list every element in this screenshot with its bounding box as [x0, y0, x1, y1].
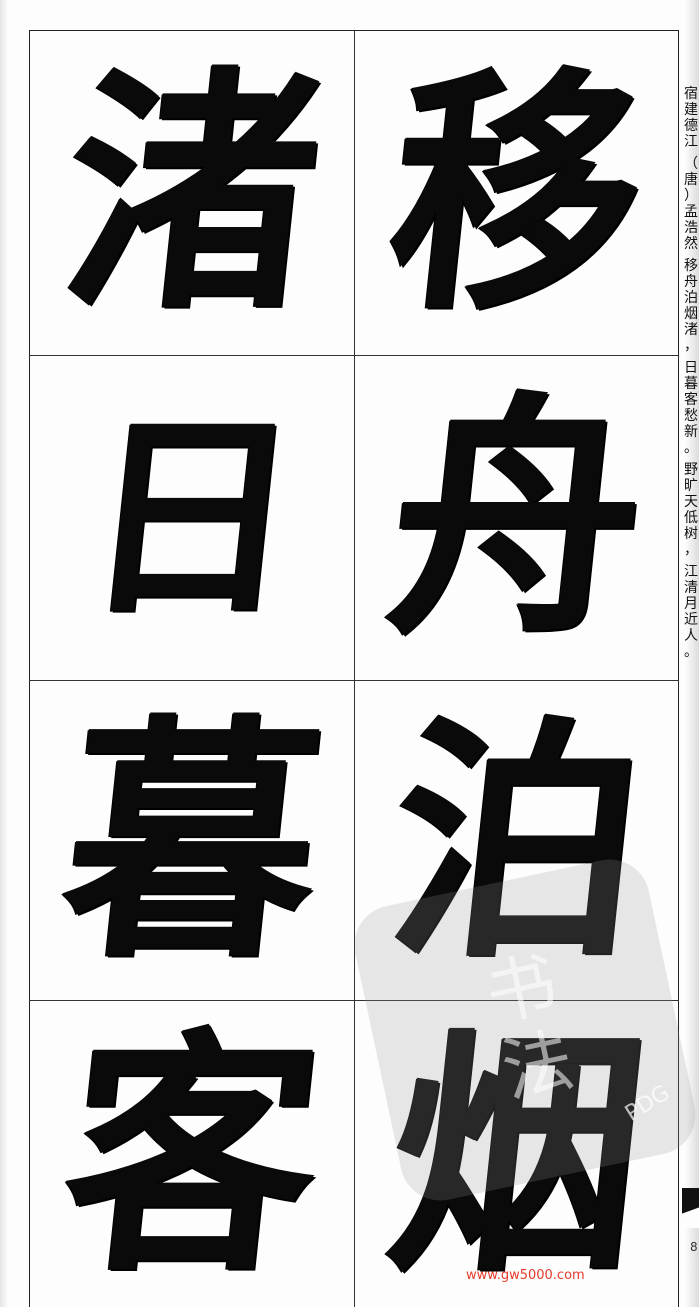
annotation-char: 烟 — [684, 306, 698, 322]
calligraphy-cell: 日 — [31, 357, 353, 679]
grid-row-divider — [29, 1000, 679, 1002]
annotation-char: 泊 — [684, 290, 698, 306]
poem-line: 野 旷 天 低 树 ， — [683, 462, 699, 558]
annotation-char: 近 — [684, 612, 698, 628]
scan-edge-left — [0, 0, 8, 1307]
annotation-char: 清 — [684, 580, 698, 596]
calligraphy-character: 舟 — [376, 368, 658, 668]
calligraphy-cell: 泊 — [356, 682, 678, 999]
annotation-char: 建 — [684, 102, 698, 118]
annotation-char: ， — [684, 338, 698, 354]
watermark-url: www.gw5000.com — [466, 1268, 585, 1283]
calligraphy-cell: 烟 — [356, 1002, 678, 1307]
page-number: 8 — [690, 1240, 698, 1254]
annotation-char: 。 — [684, 644, 698, 660]
annotation-char: 移 — [684, 258, 698, 274]
annotation-char: 天 — [684, 494, 698, 510]
annotation-char: 野 — [684, 462, 698, 478]
calligraphy-character: 客 — [51, 1004, 333, 1305]
grid-column-divider — [354, 30, 356, 1307]
grid-row-divider — [29, 680, 679, 682]
calligraphy-cell: 客 — [31, 1002, 353, 1307]
page-corner-mark — [682, 1188, 699, 1228]
annotation-char: 唐 — [684, 172, 698, 188]
grid-row-divider — [29, 355, 679, 357]
poem-title: 宿 建 德 江 — [683, 86, 699, 150]
calligraphy-character: 移 — [376, 43, 658, 343]
calligraphy-character: 烟 — [376, 1004, 658, 1305]
annotation-char: 然 — [684, 236, 698, 252]
annotation-char: 低 — [684, 510, 698, 526]
annotation-char: 人 — [684, 628, 698, 644]
annotation-char: 江 — [684, 564, 698, 580]
calligraphy-character: 日 — [73, 391, 311, 644]
poem-line: 移 舟 泊 烟 渚 ， — [683, 258, 699, 354]
annotation-char: 旷 — [684, 478, 698, 494]
calligraphy-character: 渚 — [51, 43, 333, 343]
annotation-char: 新 — [684, 424, 698, 440]
calligraphy-character: 暮 — [51, 690, 333, 991]
annotation-char: 浩 — [684, 220, 698, 236]
poem-annotation: 宿 建 德 江 （ 唐 ） 孟 浩 然 移 舟 泊 烟 渚 ， 日 暮 客 愁 … — [683, 86, 699, 666]
annotation-char: 德 — [684, 118, 698, 134]
calligraphy-page: 移 舟 泊 烟 渚 日 暮 客 宿 建 德 江 （ 唐 ） 孟 浩 然 移 舟 … — [0, 0, 699, 1307]
calligraphy-cell: 舟 — [356, 357, 678, 679]
annotation-char: 愁 — [684, 408, 698, 424]
annotation-char: ） — [684, 188, 698, 204]
calligraphy-cell: 暮 — [31, 682, 353, 999]
annotation-char: ， — [684, 542, 698, 558]
annotation-char: 月 — [684, 596, 698, 612]
annotation-char: 江 — [684, 134, 698, 150]
annotation-char: 渚 — [684, 322, 698, 338]
annotation-char: 暮 — [684, 376, 698, 392]
calligraphy-cell: 移 — [356, 32, 678, 354]
annotation-char: （ — [684, 156, 698, 172]
poem-line: 日 暮 客 愁 新 。 — [683, 360, 699, 456]
annotation-char: 客 — [684, 392, 698, 408]
poem-author: （ 唐 ） 孟 浩 然 — [683, 156, 699, 252]
annotation-char: 。 — [684, 440, 698, 456]
annotation-char: 日 — [684, 360, 698, 376]
annotation-char: 孟 — [684, 204, 698, 220]
calligraphy-cell: 渚 — [31, 32, 353, 354]
calligraphy-character: 泊 — [376, 690, 658, 991]
annotation-char: 舟 — [684, 274, 698, 290]
annotation-char: 树 — [684, 526, 698, 542]
poem-line: 江 清 月 近 人 。 — [683, 564, 699, 660]
annotation-char: 宿 — [684, 86, 698, 102]
